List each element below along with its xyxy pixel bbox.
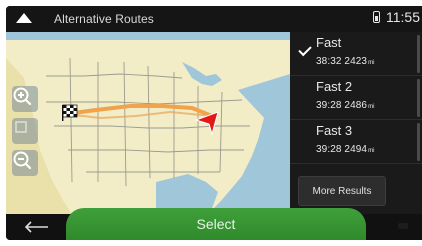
clock: 11:55 — [386, 9, 420, 25]
back-arrow-icon — [24, 221, 48, 233]
route-map[interactable] — [6, 32, 290, 214]
zoom-out-button[interactable] — [12, 150, 38, 176]
distance-unit: mi — [368, 60, 375, 66]
us-map — [6, 40, 290, 214]
route-distance: 2486 — [344, 100, 368, 111]
route-name: Fast — [316, 35, 342, 50]
selection-indicator — [417, 79, 420, 117]
back-button[interactable] — [18, 217, 58, 237]
check-icon — [298, 42, 312, 57]
route-list: Fast 38:32 2423mi Fast 2 39:28 2486mi Fa… — [290, 32, 422, 214]
route-details: 39:28 2494mi — [316, 144, 375, 155]
select-button[interactable]: Select — [66, 208, 366, 240]
bottom-bar: Select — [6, 208, 422, 240]
screen: Alternative Routes 11:55 Fast 38:32 2423… — [0, 0, 422, 246]
zoom-in-button[interactable] — [12, 86, 38, 112]
battery-icon — [373, 11, 380, 23]
route-details: 39:28 2486mi — [316, 100, 375, 111]
route-distance: 2494 — [344, 144, 368, 155]
zoom-out-icon — [13, 151, 32, 170]
center-map-icon — [15, 121, 27, 133]
route-time: 39:28 — [316, 144, 342, 155]
more-results-button[interactable]: More Results — [298, 176, 386, 206]
zoom-in-icon — [13, 87, 32, 106]
selection-indicator — [417, 35, 420, 73]
selection-indicator — [417, 123, 420, 161]
top-bar: Alternative Routes 11:55 — [6, 6, 422, 32]
route-item-fast[interactable]: Fast 38:32 2423mi — [290, 32, 422, 76]
status-area: 11:55 — [373, 9, 420, 25]
route-time: 39:28 — [316, 100, 342, 111]
navigation-device-screen: Alternative Routes 11:55 Fast 38:32 2423… — [6, 6, 422, 240]
route-item-fast-2[interactable]: Fast 2 39:28 2486mi — [290, 76, 422, 120]
center-map-button[interactable] — [12, 118, 38, 144]
distance-unit: mi — [368, 148, 375, 154]
route-distance: 2423 — [344, 56, 368, 67]
route-name: Fast 2 — [316, 79, 353, 94]
route-name: Fast 3 — [316, 123, 353, 138]
distance-unit: mi — [368, 104, 375, 110]
route-details: 38:32 2423mi — [316, 56, 375, 67]
disabled-button — [398, 223, 408, 229]
page-title: Alternative Routes — [54, 12, 154, 26]
up-arrow-icon[interactable] — [16, 13, 32, 23]
route-item-fast-3[interactable]: Fast 3 39:28 2494mi — [290, 120, 422, 164]
route-time: 38:32 — [316, 56, 342, 67]
